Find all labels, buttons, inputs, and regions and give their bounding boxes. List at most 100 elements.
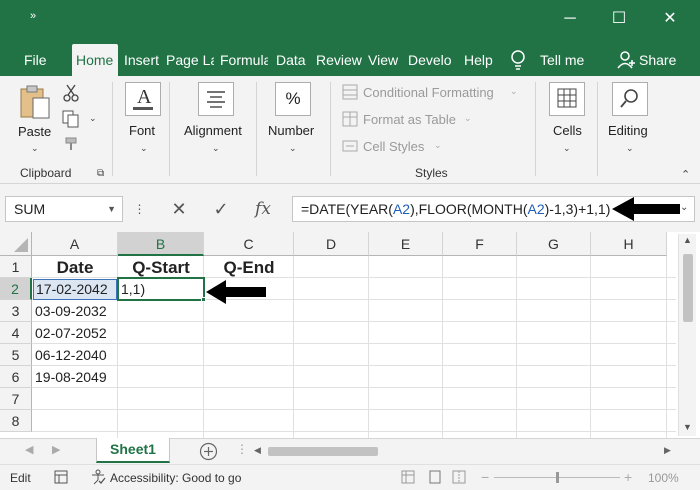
format-painter-icon[interactable] bbox=[64, 136, 80, 152]
lightbulb-icon[interactable] bbox=[509, 49, 527, 71]
column-header-c[interactable]: C bbox=[204, 232, 294, 256]
font-dropdown-icon[interactable]: ⌄ bbox=[140, 143, 148, 154]
tab-formulas[interactable]: Formula bbox=[220, 44, 268, 76]
alignment-dropdown-icon[interactable]: ⌄ bbox=[212, 143, 220, 154]
horizontal-scroll-thumb[interactable] bbox=[268, 447, 378, 456]
column-header-a[interactable]: A bbox=[32, 232, 118, 256]
font-group-label[interactable]: Font bbox=[129, 123, 155, 138]
collapse-ribbon-icon[interactable]: ⌃ bbox=[681, 168, 690, 181]
clipboard-launcher-icon[interactable]: ⧉ bbox=[97, 168, 104, 179]
cell-c1[interactable]: Q-End bbox=[204, 257, 294, 279]
tab-home[interactable]: Home bbox=[72, 44, 118, 76]
sheet-tab-sheet1[interactable]: Sheet1 bbox=[96, 438, 170, 463]
paste-button[interactable]: Paste bbox=[18, 124, 51, 139]
scroll-up-icon[interactable]: ▲ bbox=[683, 235, 692, 245]
conditional-formatting-button[interactable]: Conditional Formatting bbox=[363, 85, 494, 100]
share-person-icon[interactable] bbox=[617, 50, 637, 70]
tab-split-icon[interactable]: ⋮ bbox=[236, 442, 248, 456]
editing-group-label[interactable]: Editing bbox=[608, 123, 648, 138]
tab-help[interactable]: Help bbox=[464, 44, 493, 76]
zoom-out-icon[interactable]: − bbox=[481, 469, 489, 485]
scroll-left-icon[interactable]: ◀ bbox=[254, 445, 261, 456]
tab-view[interactable]: View bbox=[368, 44, 398, 76]
cell-styles-icon[interactable] bbox=[342, 138, 358, 154]
quick-access-expand-icon[interactable]: » bbox=[30, 10, 36, 22]
row-header-5[interactable]: 5 bbox=[0, 344, 32, 366]
cell-a6[interactable]: 19-08-2049 bbox=[32, 366, 118, 388]
cell-styles-dropdown-icon[interactable]: ⌄ bbox=[434, 140, 442, 151]
zoom-level[interactable]: 100% bbox=[648, 471, 679, 485]
copy-dropdown-icon[interactable]: ⌄ bbox=[89, 113, 97, 124]
column-header-e[interactable]: E bbox=[369, 232, 443, 256]
cells-dropdown-icon[interactable]: ⌄ bbox=[563, 143, 571, 154]
cell-a5[interactable]: 06-12-2040 bbox=[32, 344, 118, 366]
scroll-down-icon[interactable]: ▼ bbox=[683, 422, 692, 432]
page-layout-view-icon[interactable] bbox=[428, 470, 442, 484]
cells-button-box[interactable] bbox=[549, 82, 585, 116]
column-header-d[interactable]: D bbox=[294, 232, 369, 256]
editing-dropdown-icon[interactable]: ⌄ bbox=[626, 143, 634, 154]
row-header-6[interactable]: 6 bbox=[0, 366, 32, 388]
alignment-button-box[interactable] bbox=[198, 82, 234, 116]
maximize-button[interactable]: ☐ bbox=[604, 6, 634, 32]
number-dropdown-icon[interactable]: ⌄ bbox=[289, 143, 297, 154]
zoom-slider-thumb[interactable] bbox=[556, 472, 559, 483]
insert-function-icon[interactable]: fx bbox=[250, 196, 276, 222]
column-header-g[interactable]: G bbox=[517, 232, 591, 256]
row-header-7[interactable]: 7 bbox=[0, 388, 32, 410]
tab-review[interactable]: Review bbox=[316, 44, 362, 76]
cell-a1[interactable]: Date bbox=[32, 257, 118, 279]
accessibility-check-icon[interactable] bbox=[90, 469, 106, 485]
row-header-2[interactable]: 2 bbox=[0, 278, 32, 300]
scroll-right-icon[interactable]: ▶ bbox=[664, 445, 671, 456]
more-options-icon[interactable]: ⋮ bbox=[133, 196, 146, 222]
previous-sheet-icon[interactable]: ◀ bbox=[25, 443, 33, 456]
cell-a4[interactable]: 02-07-2052 bbox=[32, 322, 118, 344]
macro-record-icon[interactable] bbox=[54, 470, 68, 484]
tell-me-search[interactable]: Tell me bbox=[540, 44, 584, 76]
conditional-formatting-icon[interactable] bbox=[342, 84, 358, 100]
minimize-button[interactable]: ─ bbox=[555, 6, 585, 32]
select-all-corner[interactable] bbox=[0, 232, 32, 256]
zoom-in-icon[interactable]: + bbox=[624, 469, 632, 485]
tab-insert[interactable]: Insert bbox=[124, 44, 160, 76]
copy-icon[interactable] bbox=[62, 110, 80, 128]
format-as-table-button[interactable]: Format as Table bbox=[363, 112, 456, 127]
cells-group-label[interactable]: Cells bbox=[553, 123, 582, 138]
row-header-4[interactable]: 4 bbox=[0, 322, 32, 344]
cell-a2[interactable]: 17-02-2042 bbox=[33, 278, 117, 300]
tab-developer[interactable]: Develo bbox=[408, 44, 456, 76]
format-table-dropdown-icon[interactable]: ⌄ bbox=[464, 113, 472, 124]
enter-check-icon[interactable]: ✓ bbox=[208, 196, 234, 222]
column-header-f[interactable]: F bbox=[443, 232, 517, 256]
close-button[interactable]: ✕ bbox=[655, 6, 685, 32]
name-box[interactable]: SUM ▼ bbox=[5, 196, 123, 222]
accessibility-status[interactable]: Accessibility: Good to go bbox=[110, 471, 241, 485]
number-group-label[interactable]: Number bbox=[268, 123, 314, 138]
tab-file[interactable]: File bbox=[24, 44, 47, 76]
cell-b1[interactable]: Q-Start bbox=[118, 257, 204, 279]
cancel-icon[interactable]: ✕ bbox=[166, 196, 192, 222]
row-header-1[interactable]: 1 bbox=[0, 256, 32, 278]
format-as-table-icon[interactable] bbox=[342, 111, 358, 127]
name-box-dropdown-icon[interactable]: ▼ bbox=[107, 197, 116, 221]
share-button[interactable]: Share bbox=[639, 44, 676, 76]
vertical-scroll-thumb[interactable] bbox=[683, 254, 693, 322]
cell-a3[interactable]: 03-09-2032 bbox=[32, 300, 118, 322]
vertical-scrollbar[interactable]: ▲ ▼ bbox=[678, 234, 696, 436]
cell-styles-button[interactable]: Cell Styles bbox=[363, 139, 424, 154]
page-break-view-icon[interactable] bbox=[452, 470, 466, 484]
tab-data[interactable]: Data bbox=[276, 44, 306, 76]
normal-view-icon[interactable] bbox=[401, 470, 415, 484]
add-sheet-icon[interactable] bbox=[199, 442, 218, 461]
editing-button-box[interactable] bbox=[612, 82, 648, 116]
tab-page-layout[interactable]: Page La bbox=[166, 44, 214, 76]
row-header-3[interactable]: 3 bbox=[0, 300, 32, 322]
next-sheet-icon[interactable]: ▶ bbox=[52, 443, 60, 456]
column-header-b[interactable]: B bbox=[118, 232, 204, 256]
cut-scissors-icon[interactable] bbox=[62, 84, 80, 102]
paste-clipboard-icon[interactable] bbox=[18, 84, 52, 122]
conditional-dropdown-icon[interactable]: ⌄ bbox=[510, 86, 518, 97]
row-header-8[interactable]: 8 bbox=[0, 410, 32, 432]
paste-dropdown-icon[interactable]: ⌄ bbox=[31, 143, 39, 154]
